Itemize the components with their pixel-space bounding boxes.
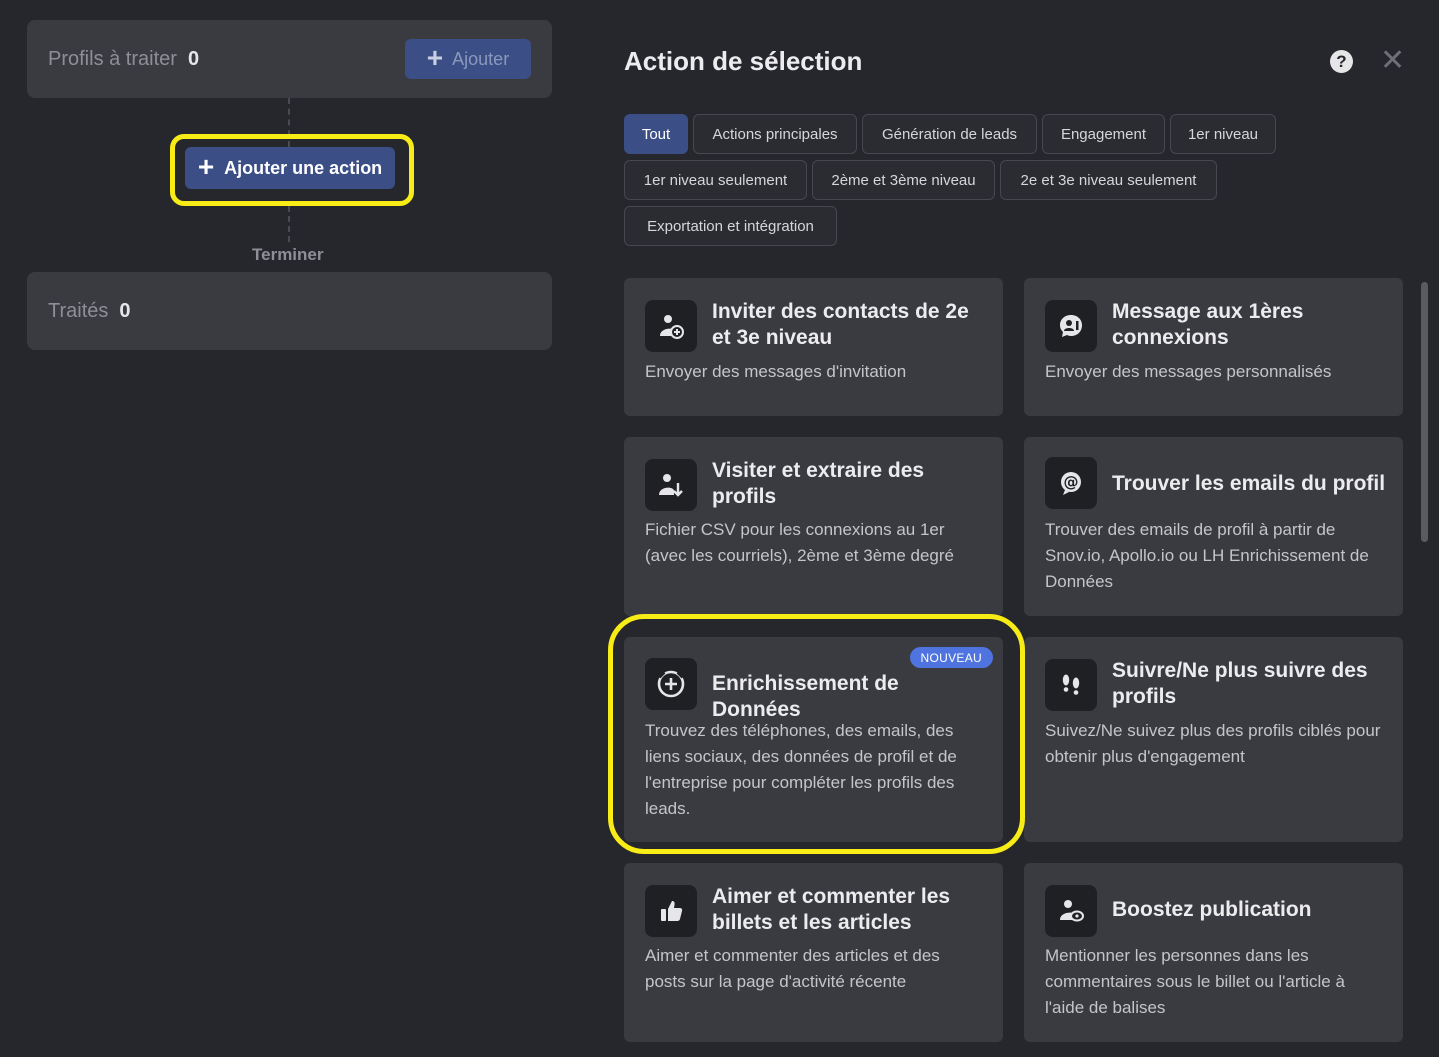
action-card-message[interactable]: Message aux 1ères connexions Envoyer des… [1024, 278, 1403, 416]
add-profiles-button[interactable]: + Ajouter [405, 39, 531, 79]
highlight-data-enrichment [608, 614, 1025, 854]
card-description: Trouver des emails de profil à partir de… [1045, 520, 1369, 591]
filter-first-level[interactable]: 1er niveau [1170, 114, 1276, 154]
processed-label: Traités [48, 299, 109, 322]
processed-count: 0 [119, 299, 131, 322]
card-title: Visiter et extraire des profils [712, 459, 925, 508]
panel-title: Action de sélection [624, 46, 863, 76]
boost-person-icon [1045, 885, 1097, 937]
close-icon[interactable]: ✕ [1380, 44, 1405, 78]
card-description: Fichier CSV pour les connexions au 1er (… [645, 520, 954, 565]
filter-second-third-only[interactable]: 2e et 3e niveau seulement [1000, 160, 1217, 200]
message-person-icon [1045, 300, 1097, 352]
add-profiles-label: Ajouter [452, 48, 510, 69]
panel-scrollbar[interactable] [1421, 282, 1428, 542]
at-sign-icon: @ [1045, 457, 1097, 509]
action-card-visit-extract[interactable]: Visiter et extraire des profils Fichier … [624, 437, 1003, 616]
action-card-boost-post[interactable]: Boostez publication Mentionner les perso… [1024, 863, 1403, 1042]
card-title: Aimer et commenter les billets et les ar… [712, 885, 951, 934]
filter-first-level-only[interactable]: 1er niveau seulement [624, 160, 807, 200]
person-download-icon [645, 459, 697, 511]
plus-icon: + [426, 41, 444, 73]
card-title: Message aux 1ères connexions [1112, 300, 1304, 349]
svg-text:@: @ [1064, 473, 1079, 491]
profiles-to-process-count: 0 [187, 47, 200, 70]
connector-line [288, 206, 290, 242]
thumbs-up-icon [645, 885, 697, 937]
card-description: Mentionner les personnes dans les commen… [1045, 946, 1345, 1017]
filter-second-third-level[interactable]: 2ème et 3ème niveau [812, 160, 995, 200]
filter-export-integration[interactable]: Exportation et intégration [624, 206, 837, 246]
footsteps-icon [1045, 659, 1097, 711]
help-icon[interactable]: ? [1330, 50, 1353, 73]
filter-engagement[interactable]: Engagement [1042, 114, 1165, 154]
card-title: Boostez publication [1112, 898, 1312, 921]
card-title: Suivre/Ne plus suivre des profils [1112, 659, 1368, 708]
card-description: Suivez/Ne suivez plus des profils ciblés… [1045, 721, 1381, 766]
card-description: Aimer et commenter des articles et des p… [645, 946, 940, 991]
profiles-to-process-label: Profils à traiter [48, 47, 177, 70]
profiles-to-process-card: Profils à traiter 0 + Ajouter [27, 20, 552, 98]
filter-lead-generation[interactable]: Génération de leads [862, 114, 1037, 154]
finish-label: Terminer [252, 245, 324, 264]
card-title: Inviter des contacts de 2e et 3e niveau [712, 300, 969, 349]
action-card-follow[interactable]: Suivre/Ne plus suivre des profils Suivez… [1024, 637, 1403, 842]
highlight-add-action [170, 134, 414, 206]
processed-card: Traités 0 [27, 272, 552, 350]
card-description: Envoyer des messages d'invitation [645, 362, 907, 381]
card-description: Envoyer des messages personnalisés [1045, 362, 1332, 381]
filter-all[interactable]: Tout [624, 114, 688, 154]
action-card-like-comment[interactable]: Aimer et commenter les billets et les ar… [624, 863, 1003, 1042]
action-card-invite[interactable]: Inviter des contacts de 2e et 3e niveau … [624, 278, 1003, 416]
card-title: Trouver les emails du profil [1112, 472, 1386, 495]
action-card-find-emails[interactable]: @ Trouver les emails du profil Trouver d… [1024, 437, 1403, 616]
person-add-icon [645, 300, 697, 352]
filter-main-actions[interactable]: Actions principales [693, 114, 857, 154]
